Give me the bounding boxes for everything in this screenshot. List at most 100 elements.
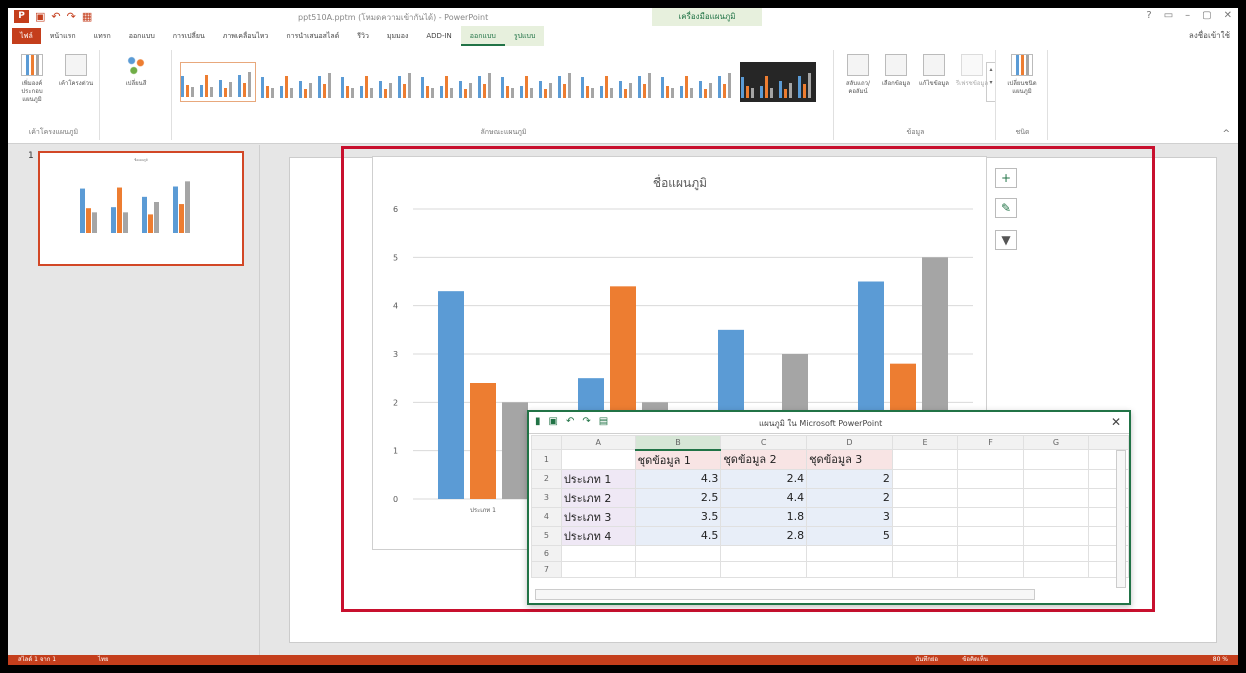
sheet-cell[interactable]: [806, 544, 893, 562]
sheet-cell[interactable]: [957, 560, 1024, 578]
sheet-cell[interactable]: 4.4: [720, 487, 808, 508]
maximize-button[interactable]: ▢: [1202, 10, 1211, 21]
tab-file[interactable]: ไฟล์: [12, 28, 41, 44]
column-header[interactable]: B: [634, 435, 722, 451]
language-indicator[interactable]: ไทย: [98, 655, 109, 665]
sheet-cell[interactable]: 2.5: [634, 487, 722, 508]
undo-icon[interactable]: ↶: [566, 416, 574, 427]
minimize-button[interactable]: –: [1185, 10, 1190, 21]
ribbon-display-icon[interactable]: ▭: [1164, 10, 1173, 21]
tab-view[interactable]: มุมมอง: [378, 26, 417, 46]
row-header[interactable]: 1: [531, 449, 562, 470]
sheet-cell[interactable]: [720, 560, 808, 578]
sheet-cell[interactable]: 5: [806, 525, 893, 546]
column-header[interactable]: [1088, 435, 1129, 450]
bar[interactable]: [438, 291, 464, 499]
change-chart-type-button[interactable]: เปลี่ยนชนิดแผนภูมิ: [1002, 54, 1042, 96]
slide-thumbnail[interactable]: ชื่อแผนภูมิ: [38, 151, 244, 266]
chart-filters-button[interactable]: ▼: [995, 230, 1017, 250]
sheet-cell[interactable]: 4.3: [634, 468, 722, 489]
sheet-cell[interactable]: ประเภท 4: [560, 525, 636, 546]
row-header[interactable]: 5: [531, 525, 562, 546]
refresh-data-button[interactable]: รีเฟรชข้อมูล: [952, 54, 992, 88]
sheet-cell[interactable]: [1022, 487, 1090, 508]
start-slideshow-icon[interactable]: ▦: [82, 10, 92, 23]
sheet-cell[interactable]: [957, 468, 1024, 489]
column-header[interactable]: [531, 435, 562, 450]
chart-title[interactable]: ชื่อแผนภูมิ: [653, 174, 707, 191]
chart-style-option[interactable]: [580, 62, 656, 102]
sheet-cell[interactable]: [1022, 506, 1090, 527]
chart-style-option[interactable]: [500, 62, 576, 102]
help-icon[interactable]: ?: [1146, 10, 1151, 21]
quick-layout-button[interactable]: เค้าโครงด่วน: [56, 54, 96, 88]
redo-icon[interactable]: ↷: [67, 10, 76, 23]
column-header[interactable]: F: [957, 435, 1024, 450]
column-header[interactable]: C: [720, 435, 808, 450]
tab-chart-format[interactable]: รูปแบบ: [504, 26, 545, 46]
sheet-cell[interactable]: ประเภท 3: [560, 506, 636, 527]
switch-row-column-button[interactable]: สลับแถว/คอลัมน์: [838, 54, 878, 96]
sheet-cell[interactable]: [891, 560, 959, 578]
sheet-cell[interactable]: [634, 544, 722, 562]
sheet-cell[interactable]: 2.8: [720, 525, 808, 546]
sheet-cell[interactable]: ประเภท 2: [560, 487, 636, 508]
sheet-cell[interactable]: [720, 544, 808, 562]
bar[interactable]: [470, 383, 496, 499]
close-button[interactable]: ✕: [1224, 10, 1232, 21]
sheet-cell[interactable]: 3.5: [634, 506, 722, 527]
column-header[interactable]: A: [560, 435, 636, 450]
chart-styles-button[interactable]: ✎: [995, 198, 1017, 218]
sheet-cell[interactable]: [891, 468, 959, 489]
horizontal-scrollbar[interactable]: [535, 589, 1035, 600]
tab-animations[interactable]: ภาพเคลื่อนไหว: [214, 26, 278, 46]
tab-transitions[interactable]: การเปลี่ยน: [164, 26, 214, 46]
sheet-cell[interactable]: [560, 544, 636, 562]
add-chart-element-button[interactable]: เพิ่มองค์ประกอบแผนภูมิ: [12, 54, 52, 104]
select-data-button[interactable]: เลือกข้อมูล: [876, 54, 916, 88]
chart-style-option[interactable]: [180, 62, 256, 102]
change-colors-button[interactable]: เปลี่ยนสี: [116, 54, 156, 88]
save-icon[interactable]: ▣: [35, 10, 45, 23]
sheet-cell[interactable]: [560, 449, 636, 470]
sheet-cell[interactable]: 1.8: [720, 506, 808, 527]
row-header[interactable]: 7: [531, 560, 562, 578]
sheet-cell[interactable]: [1022, 449, 1090, 470]
sheet-cell[interactable]: [891, 544, 959, 562]
sheet-cell[interactable]: 2: [806, 468, 893, 489]
chart-data-sheet[interactable]: ▮ ▣ ↶ ↷ ▤ แผนภูมิ ใน Microsoft PowerPoin…: [527, 410, 1131, 605]
vertical-scrollbar[interactable]: [1116, 450, 1126, 588]
redo-icon[interactable]: ↷: [582, 416, 590, 427]
sheet-cell[interactable]: [806, 560, 893, 578]
tab-design[interactable]: ออกแบบ: [120, 26, 164, 46]
bar[interactable]: [502, 402, 528, 499]
sheet-cell[interactable]: [957, 449, 1024, 470]
tab-review[interactable]: รีวิว: [348, 26, 378, 46]
sheet-cell[interactable]: [1022, 560, 1090, 578]
edit-data-button[interactable]: แก้ไขข้อมูล: [914, 54, 954, 88]
column-header[interactable]: D: [806, 435, 893, 450]
sheet-cell[interactable]: [891, 449, 959, 470]
column-header[interactable]: E: [891, 435, 959, 450]
sheet-cell[interactable]: [891, 525, 959, 546]
sheet-cell[interactable]: [957, 487, 1024, 508]
sheet-cell[interactable]: ชุดข้อมูล 3: [806, 449, 893, 470]
chart-style-option[interactable]: [340, 62, 416, 102]
chart-style-option[interactable]: [740, 62, 816, 102]
save-icon[interactable]: ▣: [549, 416, 558, 427]
sheet-cell[interactable]: 4.5: [634, 525, 722, 546]
row-header[interactable]: 4: [531, 506, 562, 527]
sheet-cell[interactable]: [634, 560, 722, 578]
tab-addin[interactable]: ADD-IN: [417, 26, 460, 46]
tab-slideshow[interactable]: การนำเสนอสไลด์: [277, 26, 348, 46]
row-header[interactable]: 2: [531, 468, 562, 489]
chart-elements-button[interactable]: +: [995, 168, 1017, 188]
zoom-level[interactable]: 80 %: [1213, 655, 1228, 665]
sheet-cell[interactable]: ชุดข้อมูล 2: [720, 449, 808, 470]
sheet-cell[interactable]: [1022, 544, 1090, 562]
column-header[interactable]: G: [1022, 435, 1090, 450]
sheet-cell[interactable]: [1022, 525, 1090, 546]
edit-in-excel-icon[interactable]: ▤: [599, 416, 608, 427]
tab-home[interactable]: หน้าแรก: [41, 26, 85, 46]
sheet-cell[interactable]: [560, 560, 636, 578]
